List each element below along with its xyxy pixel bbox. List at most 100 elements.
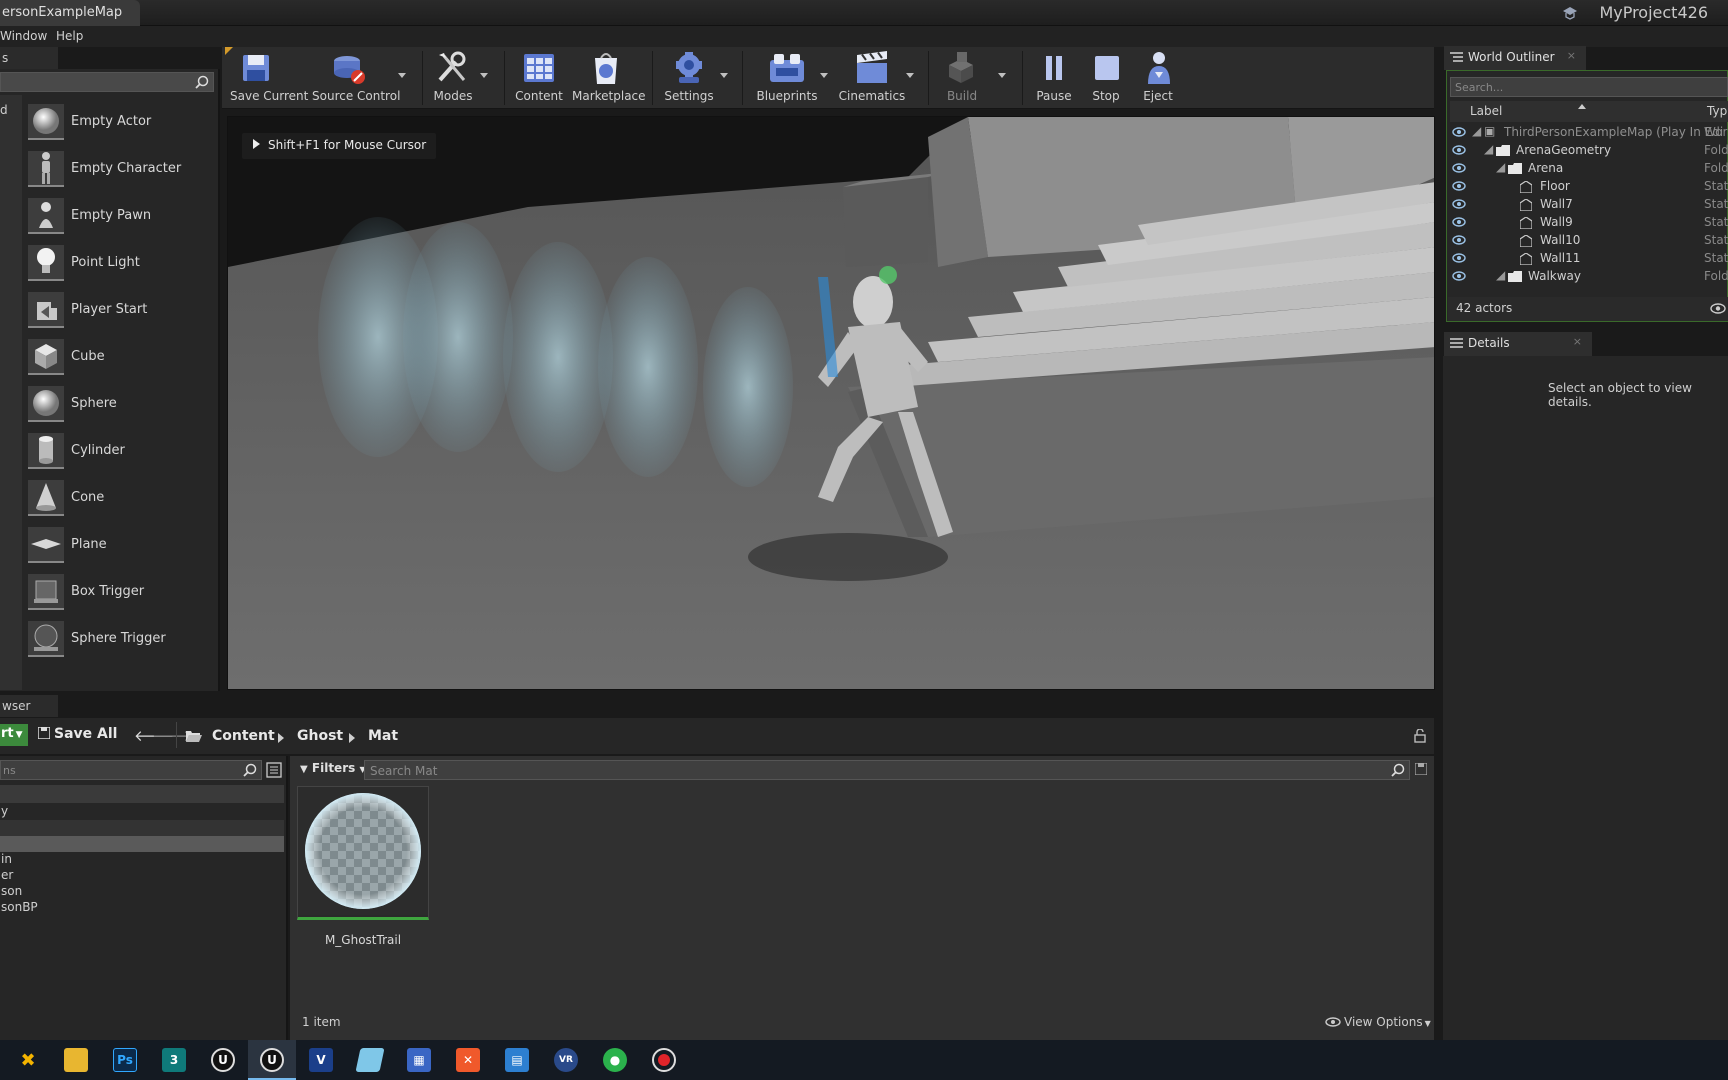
place-item-cube[interactable]: Cube xyxy=(28,335,218,379)
build-dropdown[interactable] xyxy=(998,73,1006,78)
graduation-cap-icon[interactable] xyxy=(1562,5,1578,21)
modes-search-input[interactable] xyxy=(0,72,214,92)
source-folder-row[interactable] xyxy=(0,820,284,836)
asset-tile-m-ghosttrail[interactable] xyxy=(297,786,429,920)
source-folder-row[interactable] xyxy=(0,785,284,803)
breadcrumb-separator-icon[interactable] xyxy=(349,733,355,743)
lock-icon[interactable] xyxy=(1413,729,1427,743)
sources-view-toggle-icon[interactable] xyxy=(266,762,282,778)
collapse-arrow-icon[interactable]: ◢ xyxy=(1472,124,1481,138)
visibility-eye-icon[interactable] xyxy=(1452,127,1466,137)
place-item-cone[interactable]: Cone xyxy=(28,476,218,520)
folder-icon[interactable] xyxy=(64,1048,88,1072)
source-folder-row[interactable]: sonBP xyxy=(0,900,284,916)
view-options-eye-icon[interactable] xyxy=(1710,303,1726,314)
visibility-eye-icon[interactable] xyxy=(1452,217,1466,227)
level-viewport[interactable] xyxy=(227,116,1435,690)
unreal-icon[interactable]: U xyxy=(211,1048,235,1072)
visibility-eye-icon[interactable] xyxy=(1452,253,1466,263)
label-column-header[interactable]: Label xyxy=(1470,104,1502,118)
stop-button[interactable]: Stop xyxy=(1088,50,1124,106)
vr-icon[interactable]: VR xyxy=(554,1048,578,1072)
notes-icon[interactable] xyxy=(355,1048,385,1072)
sort-ascending-icon[interactable] xyxy=(1578,103,1586,109)
modes-button[interactable]: Modes xyxy=(432,50,474,106)
visibility-eye-icon[interactable] xyxy=(1452,145,1466,155)
screenshot-icon[interactable]: ▤ xyxy=(505,1048,529,1072)
marketplace-button[interactable]: Marketplace xyxy=(572,50,646,106)
collapse-arrow-icon[interactable]: ◢ xyxy=(1484,142,1493,156)
breadcrumb-separator-icon[interactable] xyxy=(278,733,284,743)
breadcrumb-content[interactable]: Content xyxy=(212,728,275,744)
asset-search-input[interactable]: Search Mat xyxy=(364,760,1410,780)
source-folder-row[interactable]: y xyxy=(0,804,284,820)
outliner-search-input[interactable]: Search... xyxy=(1450,77,1728,97)
cinematics-button[interactable]: Cinematics xyxy=(838,50,906,106)
menu-window[interactable]: Window xyxy=(0,29,47,43)
visio-icon[interactable]: V xyxy=(309,1048,333,1072)
modes-category-label[interactable]: d xyxy=(0,103,8,117)
outliner-row-wall9[interactable]: Wall9 Stati xyxy=(1448,214,1728,232)
place-item-sphere[interactable]: Sphere xyxy=(28,382,218,426)
content-browser-tab[interactable]: wser xyxy=(0,695,58,717)
calculator-icon[interactable]: ▦ xyxy=(407,1048,431,1072)
tools-icon[interactable]: ✖ xyxy=(16,1048,40,1072)
outliner-row-world[interactable]: ◢ ▣ ThirdPersonExampleMap (Play In Edi W… xyxy=(1448,124,1728,142)
place-item-player-start[interactable]: Player Start xyxy=(28,288,218,332)
visibility-eye-icon[interactable] xyxy=(1452,199,1466,209)
sources-search-input[interactable]: ns xyxy=(0,760,262,780)
visibility-eye-icon[interactable] xyxy=(1452,181,1466,191)
save-current-button[interactable]: Save Current xyxy=(230,50,308,106)
save-all-button[interactable]: Save All xyxy=(37,726,117,742)
modes-tab[interactable]: s xyxy=(0,47,58,69)
details-tab[interactable]: Details × xyxy=(1444,332,1592,356)
visibility-eye-icon[interactable] xyxy=(1452,235,1466,245)
source-folder-row-selected[interactable] xyxy=(0,836,284,852)
place-item-point-light[interactable]: Point Light xyxy=(28,241,218,285)
3dsmax-icon[interactable]: 3 xyxy=(162,1048,186,1072)
photoshop-icon[interactable]: Ps xyxy=(113,1048,137,1072)
breadcrumb-mat[interactable]: Mat xyxy=(368,728,398,744)
visibility-eye-icon[interactable] xyxy=(1452,271,1466,281)
world-outliner-tab[interactable]: World Outliner × xyxy=(1444,46,1586,70)
import-button[interactable]: rt ▼ xyxy=(0,724,28,746)
place-item-empty-pawn[interactable]: Empty Pawn xyxy=(28,194,218,238)
viewport-scene[interactable] xyxy=(228,117,1435,690)
collapse-arrow-icon[interactable]: ◢ xyxy=(1496,268,1505,282)
view-options-button[interactable]: View Options ▼ xyxy=(1325,1015,1431,1029)
type-column-header[interactable]: Typ xyxy=(1707,104,1727,118)
source-folder-row[interactable]: in xyxy=(0,852,284,868)
outliner-row-wall10[interactable]: Wall10 Stati xyxy=(1448,232,1728,250)
cinematics-dropdown[interactable] xyxy=(906,73,914,78)
save-search-icon[interactable] xyxy=(1415,763,1427,775)
settings-button[interactable]: Settings xyxy=(662,50,716,106)
place-item-sphere-trigger[interactable]: Sphere Trigger xyxy=(28,617,218,661)
modes-dropdown[interactable] xyxy=(480,73,488,78)
xmind-icon[interactable]: ✕ xyxy=(456,1048,480,1072)
record-icon[interactable] xyxy=(652,1048,676,1072)
folder-open-icon[interactable] xyxy=(186,730,202,742)
filters-button[interactable]: ▼ Filters ▼ xyxy=(300,761,366,775)
outliner-row-floor[interactable]: Floor Stati xyxy=(1448,178,1728,196)
level-tab[interactable]: ersonExampleMap xyxy=(0,0,140,26)
pause-button[interactable]: Pause xyxy=(1034,50,1074,106)
close-icon[interactable]: × xyxy=(1573,335,1582,348)
source-control-button[interactable]: Source Control xyxy=(312,50,400,106)
source-folder-row[interactable]: er xyxy=(0,868,284,884)
close-icon[interactable]: × xyxy=(1567,49,1576,62)
content-button[interactable]: Content xyxy=(514,50,564,106)
breadcrumb-ghost[interactable]: Ghost xyxy=(297,728,343,744)
eject-button[interactable]: Eject xyxy=(1140,50,1176,106)
menu-help[interactable]: Help xyxy=(56,29,83,43)
outliner-row-wall7[interactable]: Wall7 Stati xyxy=(1448,196,1728,214)
source-control-dropdown[interactable] xyxy=(398,73,406,78)
settings-dropdown[interactable] xyxy=(720,73,728,78)
blueprints-dropdown[interactable] xyxy=(820,73,828,78)
outliner-row-arena[interactable]: ◢ Arena Fold xyxy=(1448,160,1728,178)
blueprints-button[interactable]: Blueprints xyxy=(756,50,818,106)
outliner-row-wall11[interactable]: Wall11 Stati xyxy=(1448,250,1728,268)
visibility-eye-icon[interactable] xyxy=(1452,163,1466,173)
collapse-arrow-icon[interactable]: ◢ xyxy=(1496,160,1505,174)
build-button[interactable]: Build xyxy=(938,50,986,106)
wechat-icon[interactable]: ● xyxy=(603,1048,627,1072)
